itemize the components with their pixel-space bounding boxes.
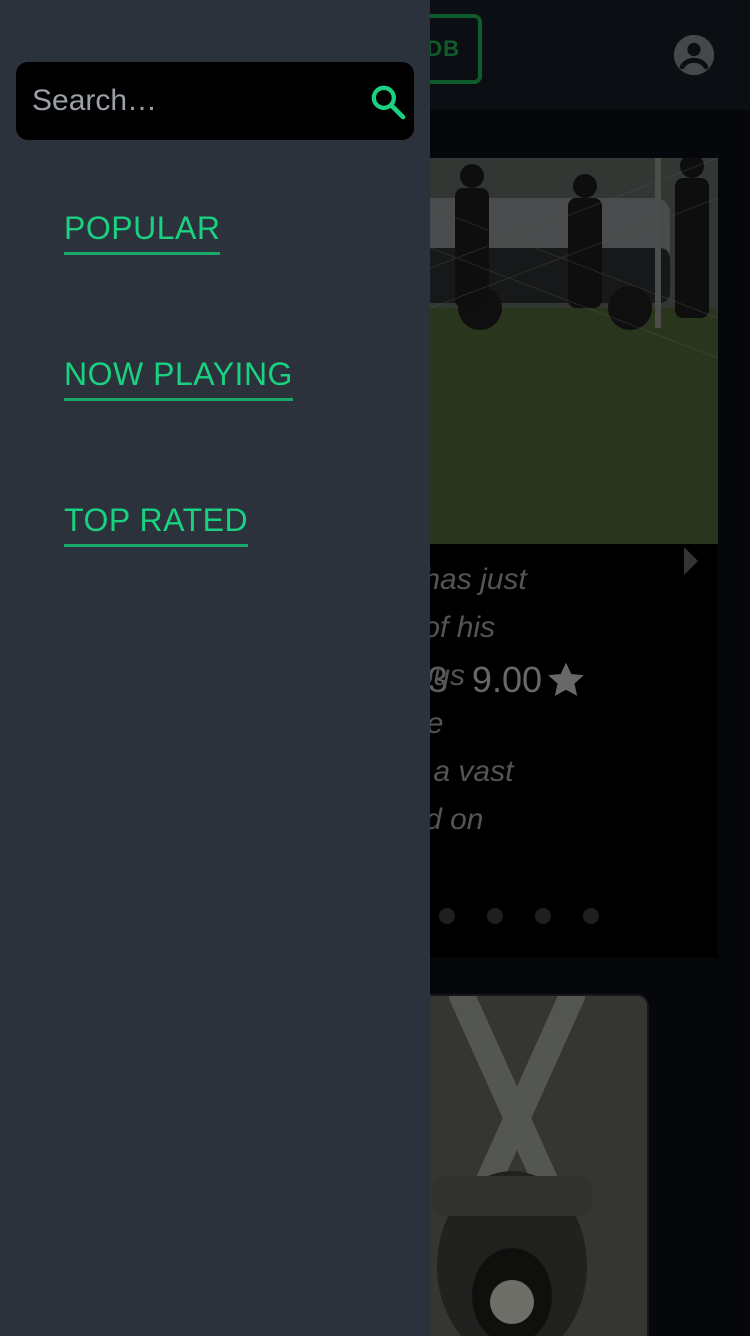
nav-link-popular[interactable]: POPULAR [64,208,221,255]
search-icon[interactable] [368,82,408,122]
nav-link-now-playing[interactable]: NOW PLAYING [64,354,293,401]
search-input[interactable] [32,72,342,130]
navigation-drawer: POPULAR NOW PLAYING TOP RATED [0,0,430,1336]
nav-link-top-rated[interactable]: TOP RATED [64,500,249,547]
search-bar [16,62,414,140]
